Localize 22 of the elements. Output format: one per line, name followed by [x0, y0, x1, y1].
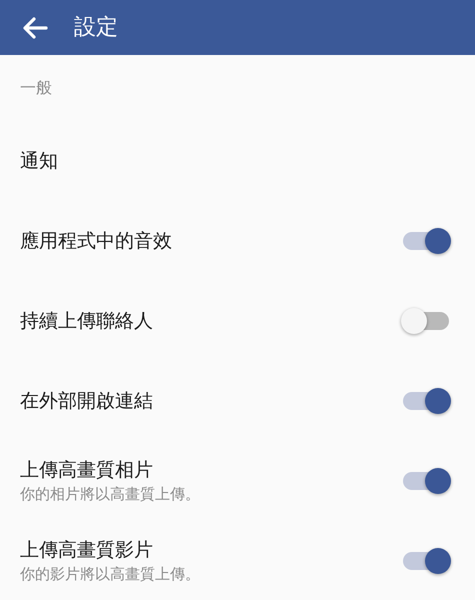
settings-row[interactable]: 在外部開啟連結 — [0, 361, 475, 441]
setting-description: 你的相片將以高畫質上傳。 — [20, 484, 200, 505]
back-arrow-icon[interactable] — [22, 16, 48, 38]
settings-row[interactable]: 持續上傳聯絡人 — [0, 281, 475, 361]
setting-label: 持續上傳聯絡人 — [20, 309, 153, 334]
settings-row[interactable]: 上傳高畫質相片 你的相片將以高畫質上傳。 — [0, 441, 475, 521]
settings-row[interactable]: 上傳高畫質影片 你的影片將以高畫質上傳。 — [0, 521, 475, 600]
settings-row[interactable]: 通知 — [0, 121, 475, 201]
screen-title: 設定 — [74, 14, 118, 42]
toggle-switch[interactable] — [401, 307, 451, 335]
setting-label: 上傳高畫質影片 — [20, 538, 154, 563]
toggle-switch[interactable] — [401, 387, 451, 415]
toggle-switch[interactable] — [401, 227, 451, 255]
setting-label: 在外部開啟連結 — [20, 389, 153, 414]
toggle-switch[interactable] — [401, 467, 451, 495]
toggle-switch[interactable] — [401, 547, 451, 575]
section-header: 一般 — [20, 77, 52, 99]
setting-label: 通知 — [20, 149, 58, 174]
setting-label: 上傳高畫質相片 — [20, 458, 154, 483]
setting-description: 你的影片將以高畫質上傳。 — [20, 564, 200, 585]
setting-label: 應用程式中的音效 — [20, 229, 172, 254]
settings-row[interactable]: 應用程式中的音效 — [0, 201, 475, 281]
